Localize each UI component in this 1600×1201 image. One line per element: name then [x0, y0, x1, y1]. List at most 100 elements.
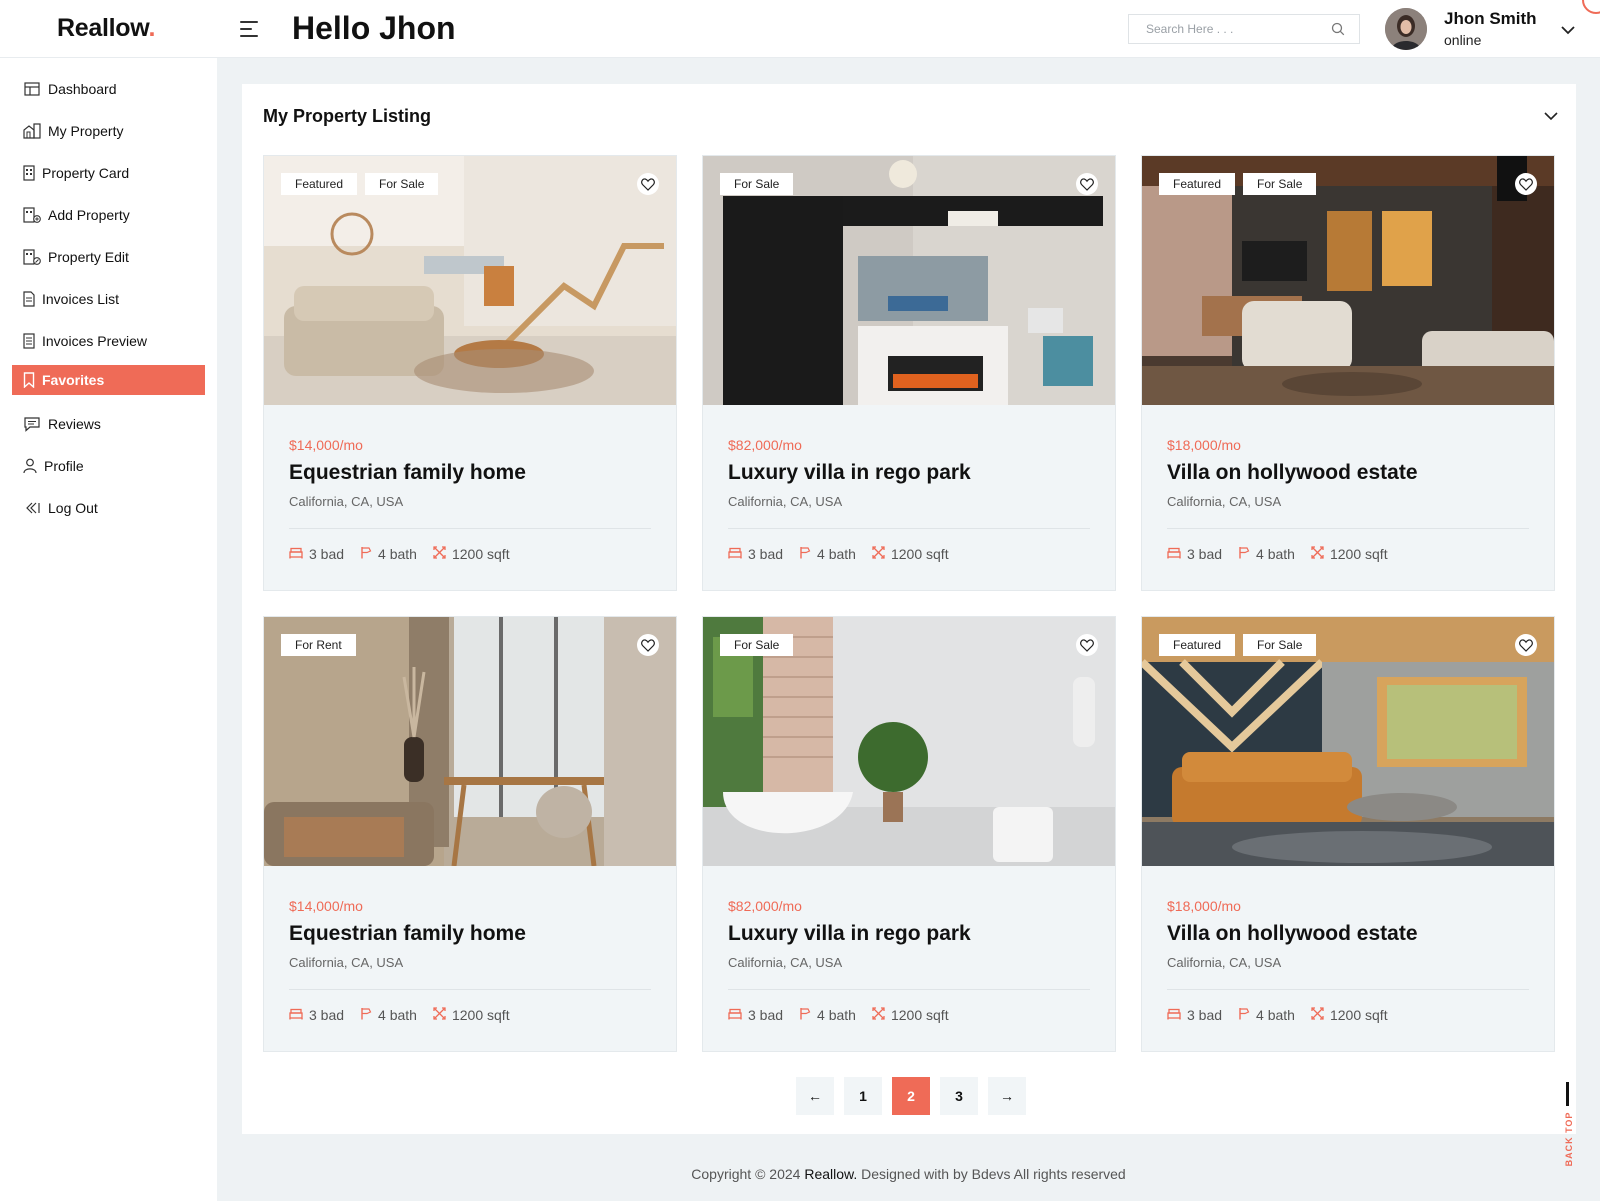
property-card[interactable]: For Sale $82,000/mo Luxury villa in rego… [702, 155, 1116, 591]
sidebar-item-profile[interactable]: Profile [12, 451, 205, 481]
bath-icon [360, 1007, 372, 1023]
sidebar-item-favorites[interactable]: Favorites [12, 365, 205, 395]
logout-icon [23, 499, 41, 517]
property-features: 3 bad 4 bath 1200 sqft [289, 1007, 510, 1023]
property-title[interactable]: Luxury villa in rego park [728, 922, 971, 946]
panel-title: My Property Listing [263, 106, 432, 126]
back-to-top-button[interactable]: BACK TOP [1559, 1082, 1579, 1172]
area-feature: 1200 sqft [433, 546, 510, 562]
area-icon [433, 546, 446, 562]
beds-feature: 3 bad [728, 546, 783, 562]
beds-feature: 3 bad [1167, 1007, 1222, 1023]
menu-toggle-icon[interactable] [240, 21, 260, 37]
heart-icon[interactable] [1076, 173, 1098, 195]
sidebar-item-label: My Property [48, 123, 124, 139]
sidebar-item-invoices-preview[interactable]: Invoices Preview [12, 326, 205, 356]
baths-feature: 4 bath [360, 546, 417, 562]
heart-icon[interactable] [1515, 173, 1537, 195]
badge-group: For Rent [281, 634, 356, 656]
avatar[interactable] [1385, 8, 1427, 50]
sidebar-item-invoices-list[interactable]: Invoices List [12, 284, 205, 314]
area-label: 1200 sqft [451, 1007, 510, 1023]
bed-icon [728, 546, 742, 562]
next-page-button[interactable]: → [988, 1077, 1026, 1115]
property-card[interactable]: Featured For Sale $14,000/mo Equestrian … [263, 155, 677, 591]
user-name[interactable]: Jhon Smith [1444, 9, 1537, 29]
user-icon [23, 457, 37, 475]
baths-label: 4 bath [378, 546, 417, 562]
heart-icon[interactable] [637, 634, 659, 656]
property-location: California, CA, USA [1167, 955, 1282, 970]
sidebar-item-label: Add Property [48, 207, 130, 223]
property-features: 3 bad 4 bath 1200 sqft [728, 546, 949, 562]
beds-label: 3 bad [309, 546, 345, 562]
badge-group: For Sale [720, 173, 794, 195]
page-button-2[interactable]: 2 [892, 1077, 930, 1115]
logo[interactable]: Reallow. [57, 14, 155, 43]
property-location: California, CA, USA [728, 494, 843, 509]
property-title[interactable]: Luxury villa in rego park [728, 461, 971, 485]
property-card[interactable]: For Rent $14,000/mo Equestrian family ho… [263, 616, 677, 1052]
sidebar-item-reviews[interactable]: Reviews [12, 409, 205, 439]
area-icon [872, 1007, 885, 1023]
sidebar-item-property-edit[interactable]: Property Edit [12, 242, 205, 272]
chevron-down-icon[interactable] [1561, 22, 1575, 40]
area-feature: 1200 sqft [1311, 546, 1388, 562]
notification-badge[interactable] [1582, 0, 1600, 14]
divider [289, 989, 651, 990]
sidebar-item-property-card[interactable]: Property Card [12, 158, 205, 188]
user-status: online [1444, 32, 1482, 48]
bed-icon [728, 1007, 742, 1023]
sidebar-item-dashboard[interactable]: Dashboard [12, 74, 205, 104]
chevron-down-icon[interactable] [1544, 108, 1558, 126]
sidebar-item-label: Profile [44, 458, 84, 474]
property-title[interactable]: Villa on hollywood estate [1167, 461, 1418, 485]
sidebar-item-add-property[interactable]: Add Property [12, 200, 205, 230]
property-title[interactable]: Equestrian family home [289, 922, 526, 946]
bath-icon [1238, 546, 1250, 562]
status-badge: Featured [1159, 634, 1236, 656]
baths-label: 4 bath [1256, 1007, 1295, 1023]
sidebar-item-label: Invoices List [42, 291, 120, 307]
sidebar-item-label: Invoices Preview [42, 333, 148, 349]
dashboard-icon [23, 80, 41, 98]
sidebar-item-label: Log Out [48, 500, 98, 516]
prev-page-button[interactable]: ← [796, 1077, 834, 1115]
beds-feature: 3 bad [1167, 546, 1222, 562]
search-icon[interactable] [1331, 22, 1345, 41]
property-title[interactable]: Villa on hollywood estate [1167, 922, 1418, 946]
property-title[interactable]: Equestrian family home [289, 461, 526, 485]
heart-icon[interactable] [1076, 634, 1098, 656]
area-feature: 1200 sqft [872, 1007, 949, 1023]
search-input[interactable] [1129, 15, 1309, 43]
copyright-prefix: Copyright © 2024 [691, 1166, 805, 1182]
area-label: 1200 sqft [890, 1007, 949, 1023]
heart-icon[interactable] [637, 173, 659, 195]
sidebar-item-my-property[interactable]: My Property [12, 116, 205, 146]
badge-group: Featured For Sale [1159, 634, 1317, 656]
property-price: $14,000/mo [289, 437, 363, 453]
heart-icon[interactable] [1515, 634, 1537, 656]
property-card[interactable]: Featured For Sale $18,000/mo Villa on ho… [1141, 155, 1555, 591]
area-label: 1200 sqft [1329, 546, 1388, 562]
status-badge: For Sale [1243, 634, 1317, 656]
divider [1167, 528, 1529, 529]
property-card[interactable]: Featured For Sale $18,000/mo Villa on ho… [1141, 616, 1555, 1052]
sidebar-item-label: Dashboard [48, 81, 117, 97]
page-button-1[interactable]: 1 [844, 1077, 882, 1115]
area-icon [1311, 1007, 1324, 1023]
beds-feature: 3 bad [289, 1007, 344, 1023]
beds-feature: 3 bad [728, 1007, 783, 1023]
sidebar-item-label: Reviews [48, 416, 101, 432]
property-price: $14,000/mo [289, 898, 363, 914]
property-card[interactable]: For Sale $82,000/mo Luxury villa in rego… [702, 616, 1116, 1052]
sidebar-item-logout[interactable]: Log Out [12, 493, 205, 523]
review-icon [23, 415, 41, 433]
beds-label: 3 bad [1187, 1007, 1223, 1023]
baths-label: 4 bath [817, 546, 856, 562]
area-feature: 1200 sqft [433, 1007, 510, 1023]
page-button-3[interactable]: 3 [940, 1077, 978, 1115]
badge-group: For Sale [720, 634, 794, 656]
bath-icon [799, 546, 811, 562]
footer-brand[interactable]: Reallow. [804, 1166, 857, 1182]
